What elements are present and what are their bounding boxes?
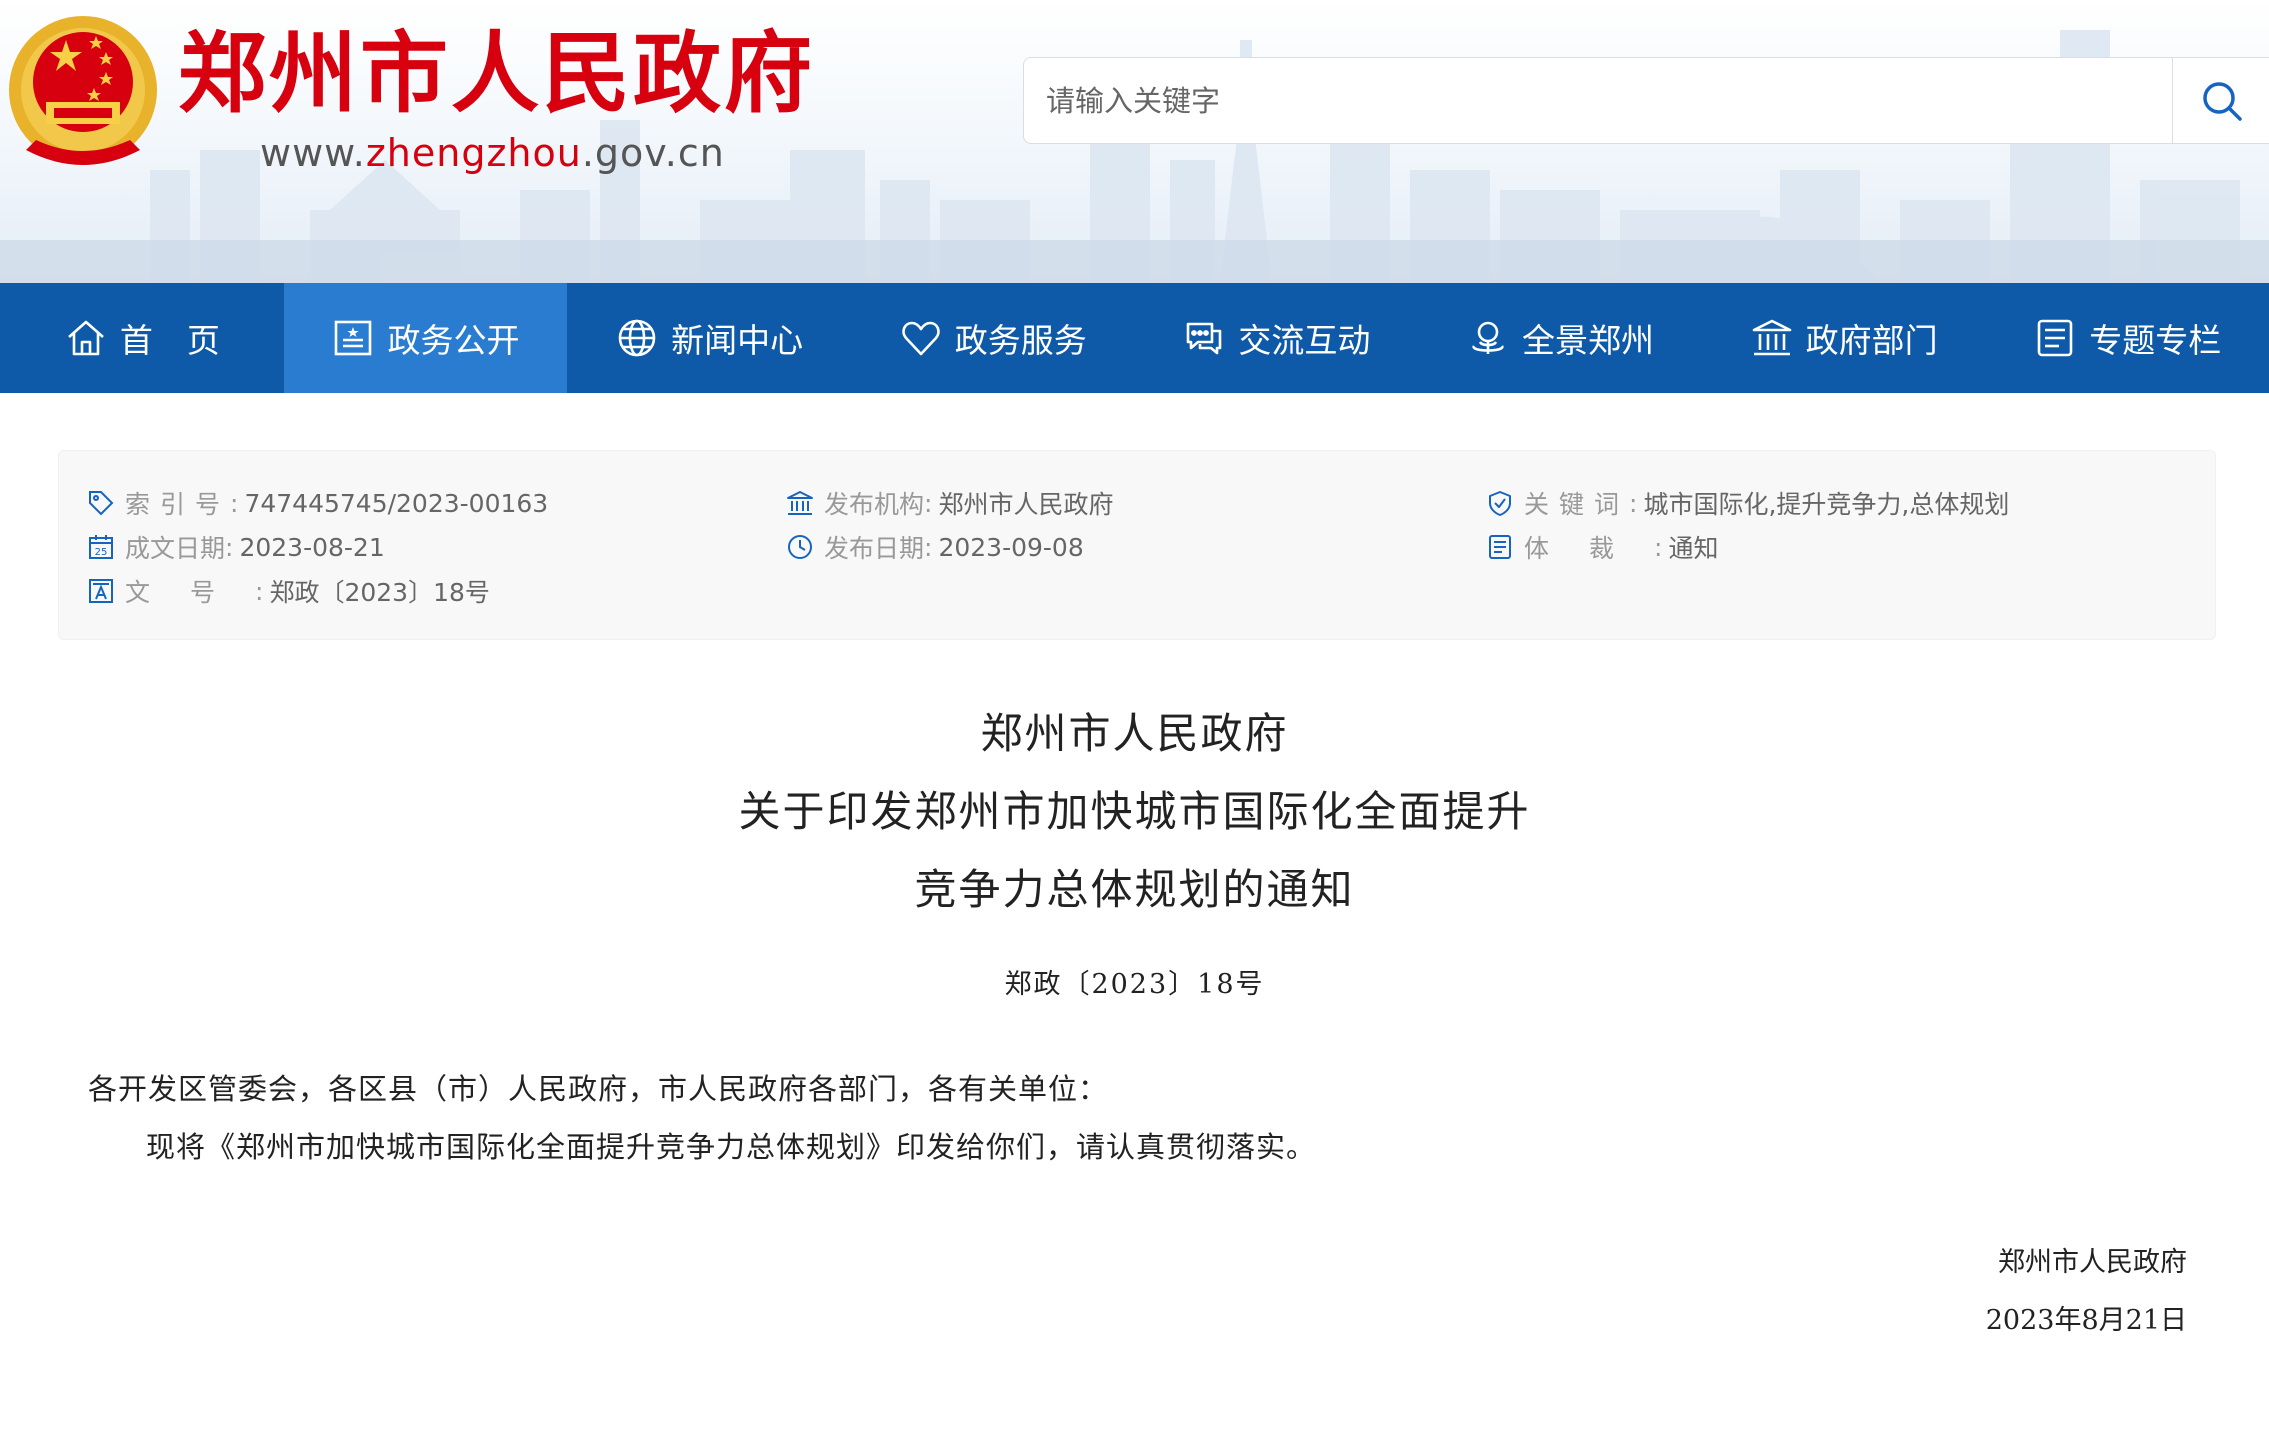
building-icon: [1752, 319, 1791, 356]
nav-label-topics: 专题专栏: [2089, 321, 2222, 360]
document-title-line-3: 竞争力总体规划的通知: [914, 865, 1355, 914]
nav-item-topics[interactable]: 专题专栏: [1985, 283, 2269, 393]
bulletin-icon: [335, 320, 372, 356]
document-title-line-2: 关于印发郑州市加快城市国际化全面提升: [738, 787, 1531, 836]
site-url: www.zhengzhou.gov.cn: [260, 128, 725, 178]
nav-label-services: 政务服务: [954, 321, 1087, 360]
url-suffix: .gov.cn: [581, 131, 725, 175]
meta-index-label: 索引号: [125, 490, 231, 519]
meta-colon: :: [924, 488, 933, 518]
meta-keywords: 关键词: 城市国际化,提升竞争力,总体规划: [1486, 487, 2009, 519]
list-icon: [2037, 319, 2073, 357]
meta-publisher-label: 发布机构: [824, 490, 925, 519]
document-metadata-panel: 索引号: 747445745/2023-00163 25 成文日期: 2023-…: [58, 450, 2216, 640]
home-icon: [67, 320, 104, 356]
nav-label-departments: 政府部门: [1805, 321, 1938, 360]
meta-index-value: 747445745/2023-00163: [244, 488, 549, 518]
nav-label-panorama: 全景郑州: [1521, 321, 1654, 360]
nav-item-departments[interactable]: 政府部门: [1702, 283, 1986, 393]
nav-item-home[interactable]: 首页: [0, 283, 284, 393]
meta-published-date: 发布日期: 2023-09-08: [786, 531, 1084, 563]
nav-label-news: 新闻中心: [671, 321, 804, 360]
meta-index-number: 索引号: 747445745/2023-00163: [87, 487, 548, 519]
meta-genre-label: 体裁: [1524, 534, 1655, 563]
nav-item-gov-affairs[interactable]: 政务公开: [283, 283, 568, 393]
document-title-line-1: 郑州市人民政府: [980, 709, 1289, 758]
chat-icon: [1187, 322, 1222, 355]
url-prefix: www.: [260, 131, 366, 175]
meta-colon: :: [1629, 488, 1638, 518]
shield-check-icon: [1489, 491, 1511, 516]
meta-docno-value: 郑政〔2023〕18号: [269, 578, 490, 607]
nav-item-interaction[interactable]: 交流互动: [1135, 283, 1419, 393]
meta-colon: :: [225, 532, 234, 562]
document-type-icon: [89, 579, 113, 603]
calendar-icon: 25: [89, 535, 113, 559]
clock-icon: [788, 535, 812, 559]
nav-item-services[interactable]: 政务服务: [851, 283, 1135, 393]
meta-colon: :: [924, 532, 933, 562]
nav-label-home: 首页: [119, 321, 254, 360]
url-highlight: zhengzhou: [365, 131, 582, 175]
meta-keywords-label: 关键词: [1524, 490, 1630, 519]
nav-item-news[interactable]: 新闻中心: [567, 283, 851, 393]
globe-icon: [618, 319, 656, 357]
meta-created-value: 2023-08-21: [239, 532, 385, 562]
search-icon: [2202, 81, 2242, 121]
search-box: [1023, 57, 2269, 144]
tag-icon: [89, 491, 114, 516]
list-icon: [1489, 535, 1511, 559]
nav-label-gov-affairs: 政务公开: [387, 321, 520, 360]
search-button[interactable]: [2172, 58, 2269, 143]
meta-docno-label: 文号: [125, 578, 256, 607]
heart-icon: [901, 321, 940, 356]
meta-published-value: 2023-09-08: [938, 532, 1084, 562]
nav-label-interaction: 交流互动: [1238, 321, 1371, 360]
document-signature: 郑州市人民政府: [1998, 1247, 2187, 1278]
meta-published-label: 发布日期: [824, 534, 925, 563]
meta-created-date: 25 成文日期: 2023-08-21: [87, 531, 385, 563]
meta-keywords-value: 城市国际化,提升竞争力,总体规划: [1643, 490, 2010, 519]
main-nav: 首页 政务公开 新闻中心 政务服务 交流互动 全景郑州 政府部门 专题专栏: [0, 283, 2269, 393]
meta-colon: :: [230, 488, 239, 518]
svg-text:25: 25: [95, 547, 108, 558]
institution-icon: [787, 491, 813, 515]
meta-created-label: 成文日期: [125, 534, 226, 563]
national-emblem-logo: [9, 16, 157, 165]
meta-publisher-value: 郑州市人民政府: [938, 490, 1114, 519]
nav-item-panorama[interactable]: 全景郑州: [1418, 283, 1702, 393]
document-date: 2023年8月21日: [1985, 1305, 2187, 1336]
meta-genre: 体裁: 通知: [1486, 531, 1718, 563]
search-input[interactable]: [1046, 58, 2186, 143]
meta-genre-value: 通知: [1668, 534, 1719, 563]
meta-colon: :: [1654, 532, 1663, 562]
document-number: 郑政〔2023〕18号: [1004, 969, 1265, 1000]
meta-colon: :: [255, 576, 264, 606]
meta-publisher: 发布机构: 郑州市人民政府: [786, 487, 1113, 519]
site-title: 郑州市人民政府: [178, 21, 816, 125]
document-body: 现将《郑州市加快城市国际化全面提升竞争力总体规划》印发给你们，请认真贯彻落实。: [146, 1130, 1317, 1164]
document-recipients: 各开发区管委会，各区县（市）人民政府，市人民政府各部门，各有关单位：: [88, 1072, 1109, 1106]
site-header: 郑州市人民政府 www.zhengzhou.gov.cn: [0, 0, 2269, 283]
meta-document-number: 文号: 郑政〔2023〕18号: [87, 575, 490, 607]
panorama-icon: [1472, 321, 1504, 354]
